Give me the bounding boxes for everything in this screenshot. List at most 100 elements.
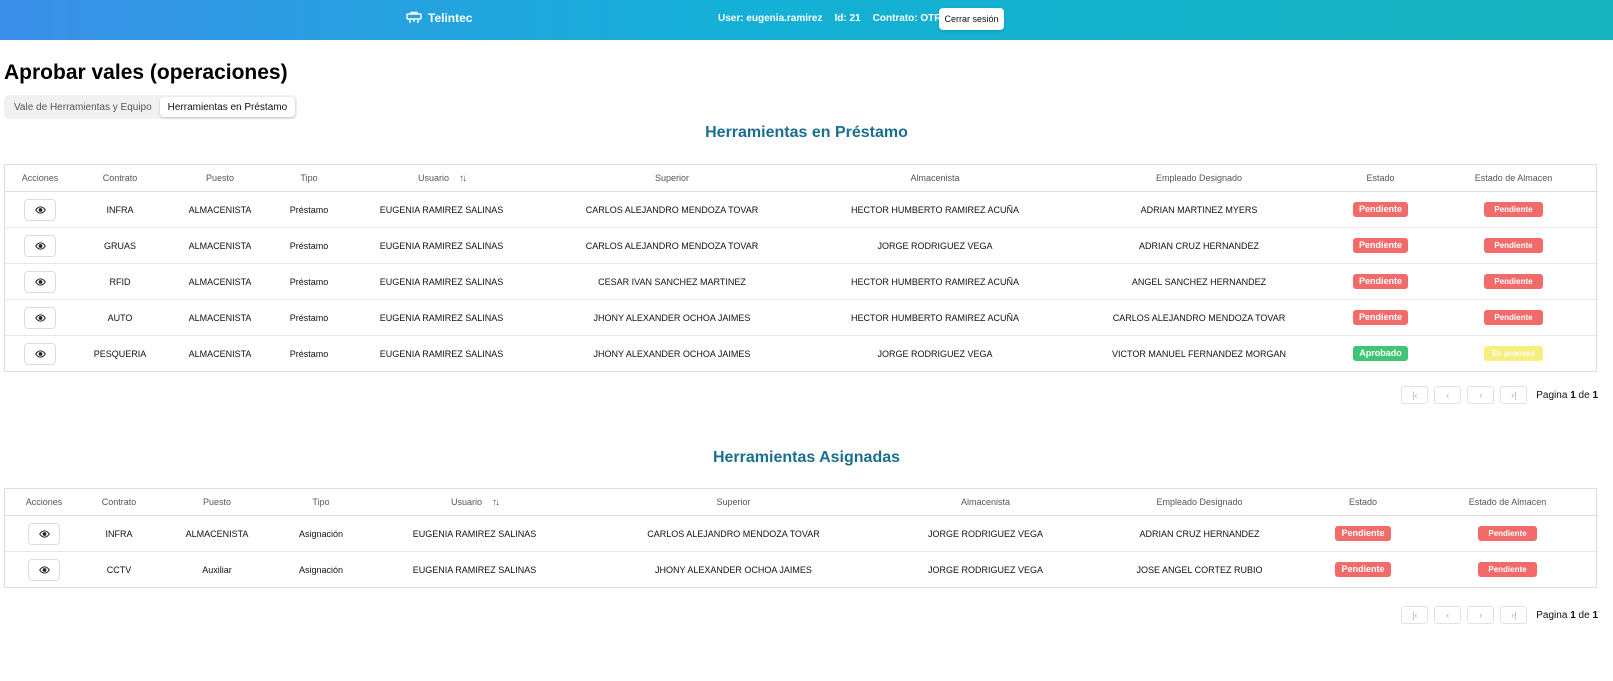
cell-estado_almacen: Pendiente bbox=[1417, 515, 1598, 552]
tab-herramientas-prestamo[interactable]: Herramientas en Préstamo bbox=[159, 97, 296, 117]
loan-table: Acciones Contrato Puesto Tipo Usuario ↑↓ … bbox=[4, 164, 1598, 372]
cell-usuario: EUGENIA RAMIREZ SALINAS bbox=[343, 299, 540, 336]
cell-usuario: EUGENIA RAMIREZ SALINAS bbox=[343, 263, 540, 300]
cell-tipo: Préstamo bbox=[275, 227, 343, 264]
cell-contrato: AUTO bbox=[75, 299, 165, 336]
column-header: Empleado Designado bbox=[1066, 165, 1332, 192]
status-badge: Pendiente bbox=[1484, 238, 1543, 253]
cell-almacenista: HECTOR HUMBERTO RAMIREZ ACUÑA bbox=[804, 263, 1066, 300]
logout-button[interactable]: Cerrar sesión bbox=[939, 8, 1004, 30]
user-label: User: eugenia.ramirez bbox=[718, 13, 823, 24]
view-button[interactable] bbox=[24, 234, 56, 257]
cell-puesto: Auxiliar bbox=[202, 564, 232, 575]
top-bar: Telintec User: eugenia.ramirez Id: 21 Co… bbox=[0, 0, 1613, 40]
table-header-row: Acciones Contrato Puesto Tipo Usuario ↑↓ … bbox=[5, 489, 1598, 516]
cell-estado_almacen: Pendiente bbox=[1429, 191, 1598, 228]
brand[interactable]: Telintec bbox=[406, 11, 472, 25]
first-page-button[interactable]: |‹ bbox=[1401, 606, 1429, 624]
loan-section-title: Herramientas en Préstamo bbox=[705, 124, 908, 141]
cell-usuario: EUGENIA RAMIREZ SALINAS bbox=[412, 564, 537, 575]
status-badge: Pendiente bbox=[1478, 526, 1537, 541]
view-button[interactable] bbox=[28, 558, 60, 581]
cell-contrato: INFRA bbox=[83, 515, 155, 552]
eye-icon bbox=[34, 277, 46, 286]
cell-almacenista: JORGE RODRIGUEZ VEGA bbox=[927, 564, 1043, 575]
actions-cell bbox=[5, 191, 75, 228]
view-button[interactable] bbox=[24, 270, 56, 293]
cell-estado: Pendiente bbox=[1332, 299, 1429, 336]
first-page-button[interactable]: |‹ bbox=[1401, 386, 1429, 404]
cell-almacenista: HECTOR HUMBERTO RAMIREZ ACUÑA bbox=[804, 191, 1066, 228]
cell-puesto: ALMACENISTA bbox=[188, 348, 252, 359]
last-page-button[interactable]: ›| bbox=[1500, 606, 1528, 624]
status-badge: Pendiente bbox=[1335, 526, 1391, 541]
last-page-button[interactable]: ›| bbox=[1500, 386, 1528, 404]
column-header: Acciones bbox=[5, 165, 75, 192]
cell-tipo: Asignación bbox=[279, 515, 363, 552]
column-header: Estado de Almacen bbox=[1417, 489, 1598, 516]
actions-cell bbox=[5, 227, 75, 264]
cell-puesto: ALMACENISTA bbox=[165, 299, 275, 336]
status-badge: Pendiente bbox=[1352, 274, 1408, 289]
cell-empleado: ADRIAN CRUZ HERNANDEZ bbox=[1090, 515, 1309, 552]
sort-icon[interactable]: ↑↓ bbox=[459, 173, 467, 184]
prev-page-button[interactable]: ‹ bbox=[1434, 386, 1462, 404]
status-badge: Pendiente bbox=[1352, 238, 1408, 253]
view-button[interactable] bbox=[28, 522, 60, 545]
actions-cell bbox=[5, 552, 83, 588]
next-page-button[interactable]: › bbox=[1467, 606, 1495, 624]
cell-usuario: EUGENIA RAMIREZ SALINAS bbox=[343, 191, 540, 228]
cell-usuario: EUGENIA RAMIREZ SALINAS bbox=[343, 227, 540, 264]
actions-cell bbox=[5, 515, 83, 552]
view-button[interactable] bbox=[24, 306, 56, 329]
cell-superior: JHONY ALEXANDER OCHOA JAIMES bbox=[655, 564, 812, 575]
cell-estado_almacen: Pendiente bbox=[1429, 299, 1598, 336]
column-header-usuario[interactable]: Usuario ↑↓ bbox=[343, 165, 540, 192]
sort-icon[interactable]: ↑↓ bbox=[492, 497, 500, 508]
view-button[interactable] bbox=[24, 198, 56, 221]
tab-vale-herramientas[interactable]: Vale de Herramientas y Equipo bbox=[6, 97, 160, 117]
cell-empleado: JOSE ANGEL CORTEZ RUBIO bbox=[1136, 564, 1263, 575]
loan-table-body: INFRA ALMACENISTA Préstamo EUGENIA RAMIREZ … bbox=[5, 191, 1598, 372]
column-header: Acciones bbox=[5, 489, 83, 516]
cell-empleado: ADRIAN CRUZ HERNANDEZ bbox=[1066, 227, 1332, 264]
cell-estado_almacen: Pendiente bbox=[1417, 552, 1598, 588]
column-header: Tipo bbox=[275, 165, 343, 192]
prev-page-button[interactable]: ‹ bbox=[1434, 606, 1462, 624]
user-info: User: eugenia.ramirez Id: 21 Contrato: O… bbox=[718, 13, 956, 24]
table-header-row: Acciones Contrato Puesto Tipo Usuario ↑↓ … bbox=[5, 165, 1598, 192]
cell-estado_almacen: Pendiente bbox=[1429, 263, 1598, 300]
page-indicator: Pagina 1 de 1 bbox=[1536, 389, 1598, 401]
cell-superior: JHONY ALEXANDER OCHOA JAIMES bbox=[540, 299, 804, 336]
cell-puesto: ALMACENISTA bbox=[165, 227, 275, 264]
column-header-usuario[interactable]: Usuario ↑↓ bbox=[363, 489, 586, 516]
toolbox-icon bbox=[406, 11, 422, 25]
table-row: CCTV Auxiliar Asignación EUGENIA RAMIREZ SA… bbox=[5, 552, 1598, 588]
next-page-button[interactable]: › bbox=[1467, 386, 1495, 404]
view-button[interactable] bbox=[24, 342, 56, 365]
assigned-table-body: INFRA ALMACENISTA Asignación EUGENIA RAMIRE… bbox=[5, 515, 1598, 588]
cell-usuario: EUGENIA RAMIREZ SALINAS bbox=[379, 348, 504, 359]
cell-empleado: CARLOS ALEJANDRO MENDOZA TOVAR bbox=[1066, 299, 1332, 336]
status-badge: Pendiente bbox=[1352, 310, 1408, 325]
cell-almacenista: HECTOR HUMBERTO RAMIREZ ACUÑA bbox=[804, 299, 1066, 336]
table-row: INFRA ALMACENISTA Préstamo EUGENIA RAMIREZ … bbox=[5, 191, 1598, 228]
actions-cell bbox=[5, 299, 75, 336]
cell-estado: Pendiente bbox=[1332, 191, 1429, 228]
cell-estado_almacen: En proceso bbox=[1429, 336, 1598, 372]
id-label: Id: 21 bbox=[834, 13, 861, 24]
column-header: Empleado Designado bbox=[1090, 489, 1309, 516]
cell-puesto: ALMACENISTA bbox=[155, 515, 279, 552]
status-badge: Pendiente bbox=[1335, 562, 1391, 577]
cell-estado: Pendiente bbox=[1309, 552, 1417, 588]
brand-name: Telintec bbox=[428, 11, 473, 25]
column-header-label: Usuario bbox=[417, 172, 449, 183]
cell-tipo: Préstamo bbox=[275, 299, 343, 336]
assigned-section-title: Herramientas Asignadas bbox=[712, 449, 901, 466]
column-header: Estado de Almacen bbox=[1429, 165, 1598, 192]
cell-estado_almacen: Pendiente bbox=[1429, 227, 1598, 264]
assigned-table: Acciones Contrato Puesto Tipo Usuario ↑↓ … bbox=[4, 488, 1598, 588]
column-header: Almacenista bbox=[804, 165, 1066, 192]
column-header: Puesto bbox=[155, 489, 279, 516]
cell-empleado: VICTOR MANUEL FERNANDEZ MORGAN bbox=[1111, 348, 1286, 359]
